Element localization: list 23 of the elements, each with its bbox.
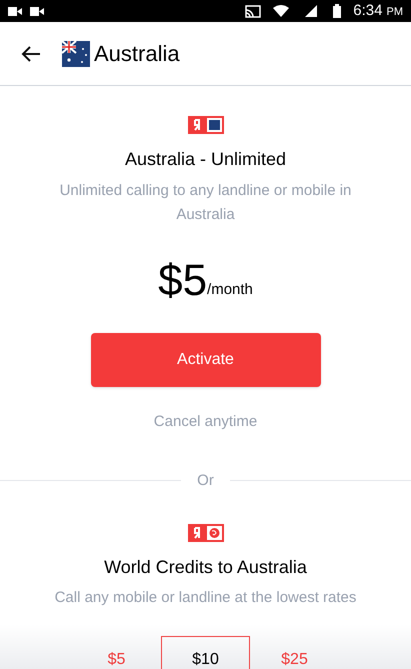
signal-icon	[305, 5, 318, 17]
credits-title: World Credits to Australia	[104, 556, 307, 579]
price-period: /month	[207, 280, 253, 300]
clock: 6:34 PM	[353, 0, 403, 21]
cast-icon	[245, 4, 262, 18]
flag-icon	[62, 40, 90, 66]
battery-icon	[333, 4, 342, 18]
video-icon	[30, 6, 44, 16]
plan-description: Unlimited calling to any landline or mobile in Australia	[58, 181, 352, 225]
page-title: Australia	[94, 40, 180, 68]
plan-logo-icon	[188, 116, 224, 134]
video-icon	[8, 6, 22, 16]
amount-option[interactable]: $5	[72, 636, 161, 669]
credits-description: Call any mobile or landline at the lowest rates	[54, 588, 356, 608]
separator-label: Or	[196, 470, 215, 490]
wifi-icon	[273, 5, 290, 17]
cancel-note: Cancel anytime	[154, 412, 258, 432]
credits-logo-icon	[188, 524, 224, 542]
price: $5	[158, 257, 208, 305]
amount-option[interactable]: $10	[161, 636, 250, 669]
amount-option[interactable]: $25	[250, 636, 339, 669]
plan-title: Australia - Unlimited	[124, 148, 286, 171]
activate-button[interactable]: Activate	[90, 333, 320, 387]
